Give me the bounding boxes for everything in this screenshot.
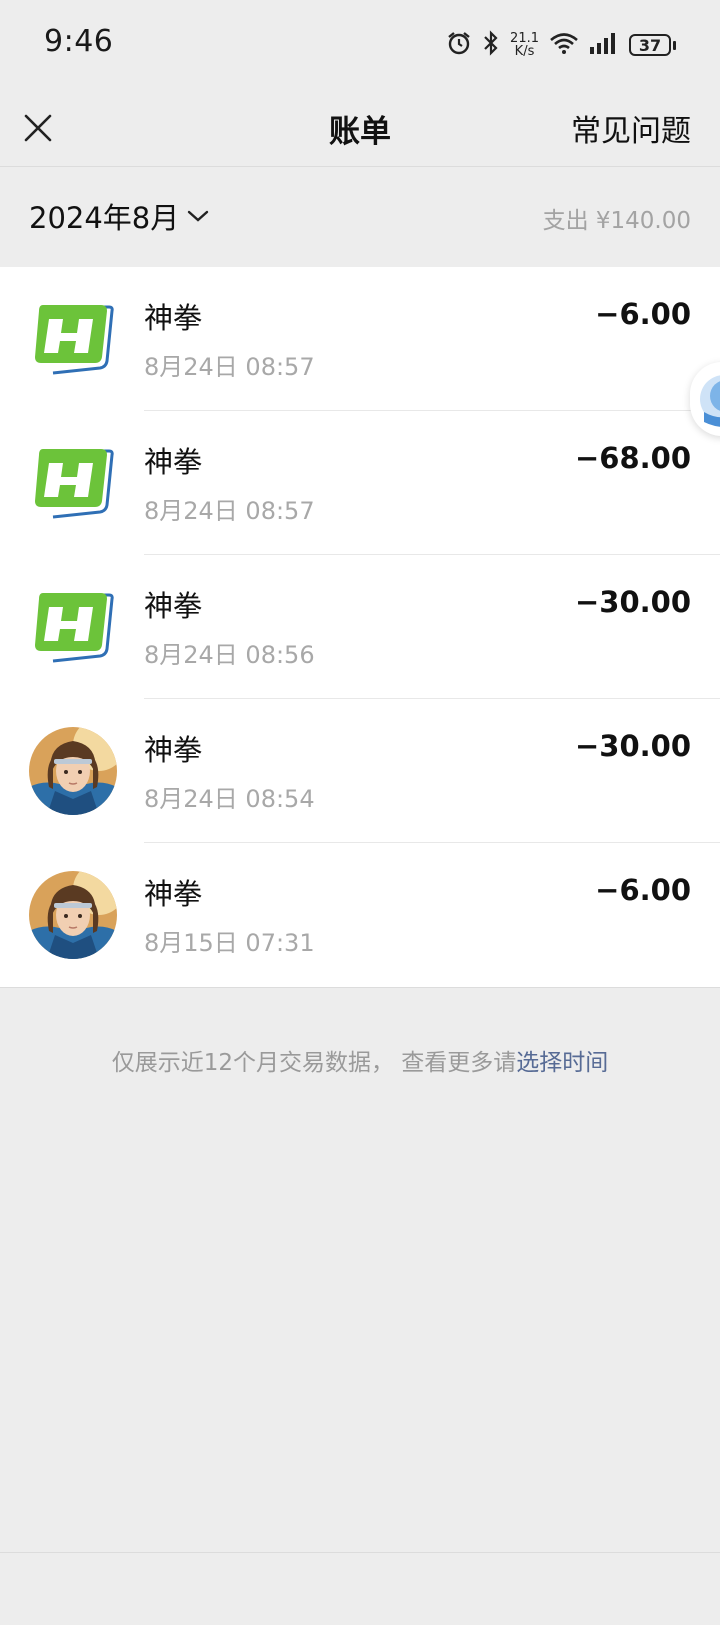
transaction-row[interactable]: 神拳 8月15日 07:31 −6.00 [0,843,720,987]
transaction-name: 神拳 [144,301,203,335]
select-time-link[interactable]: 选择时间 [516,1050,608,1076]
signal-icon [589,32,619,58]
transaction-amount: −30.00 [574,585,691,619]
h-logo-icon [29,439,117,527]
chevron-down-icon [188,210,209,222]
h-logo-icon [29,295,117,383]
battery-icon: 37 [629,34,676,56]
character-portrait-icon [29,727,117,815]
character-portrait-icon [29,871,117,959]
transaction-name: 神拳 [144,877,203,911]
transaction-amount: −6.00 [595,873,691,907]
transaction-amount: −68.00 [574,441,691,475]
h-logo-icon [29,583,117,671]
faq-link[interactable]: 常见问题 [571,106,691,150]
status-time: 9:46 [44,24,114,59]
battery-level: 37 [629,34,671,56]
transaction-row[interactable]: 神拳 8月24日 08:57 −6.00 [0,267,720,411]
transaction-name: 神拳 [144,589,203,623]
network-speed: 21.1 K/s [510,32,539,58]
transaction-row[interactable]: 神拳 8月24日 08:57 −68.00 [0,411,720,555]
wifi-icon [549,31,579,59]
transaction-name: 神拳 [144,733,203,767]
status-bar: 9:46 21.1 K/s 37 [0,0,720,90]
transaction-row[interactable]: 神拳 8月24日 08:54 −30.00 [0,699,720,843]
transaction-time: 8月15日 07:31 [144,929,315,957]
filter-row: 2024年8月 支出 ¥140.00 [0,167,720,267]
bottom-divider [0,1552,720,1553]
bluetooth-icon [482,30,500,60]
transaction-row[interactable]: 神拳 8月24日 08:56 −30.00 [0,555,720,699]
net-speed-unit: K/s [514,44,535,59]
transaction-amount: −6.00 [595,297,691,331]
transaction-name: 神拳 [144,445,203,479]
footer-note: 仅展示近12个月交易数据， 查看更多请选择时间 [0,1043,720,1077]
transaction-time: 8月24日 08:56 [144,641,315,669]
transaction-list: 神拳 8月24日 08:57 −6.00 神拳 8月24日 08:57 −68.… [0,267,720,988]
alarm-icon [446,30,472,60]
month-selector[interactable]: 2024年8月 [29,195,209,237]
expense-total: 支出 ¥140.00 [542,208,691,234]
battery-tip [673,40,676,50]
transaction-time: 8月24日 08:57 [144,353,315,381]
status-icons: 21.1 K/s 37 [446,28,676,62]
footer-note-text: 仅展示近12个月交易数据， 查看更多请 [111,1050,517,1076]
month-label: 2024年8月 [29,201,180,235]
transaction-time: 8月24日 08:57 [144,497,315,525]
transaction-amount: −30.00 [574,729,691,763]
nav-bar: 账单 常见问题 [0,90,720,166]
transaction-time: 8月24日 08:54 [144,785,315,813]
